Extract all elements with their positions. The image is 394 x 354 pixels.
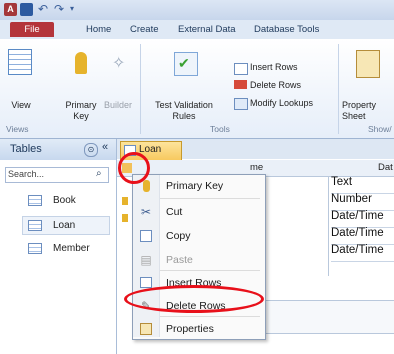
menu-separator bbox=[160, 198, 260, 199]
menu-separator bbox=[160, 316, 260, 317]
collapse-icon[interactable]: « bbox=[102, 141, 108, 153]
test-validation-button-label[interactable]: Test Validation Rules bbox=[145, 100, 223, 122]
delete-rows-icon[interactable] bbox=[234, 80, 247, 89]
qat-dropdown-icon[interactable]: ▾ bbox=[70, 4, 74, 13]
data-type-cell[interactable]: Date/Time bbox=[331, 244, 394, 262]
builder-button-label: Builder bbox=[104, 100, 133, 110]
nav-item-loan[interactable]: Loan bbox=[53, 220, 75, 231]
modify-lookups-button[interactable]: Modify Lookups bbox=[250, 98, 313, 109]
ribbon-separator bbox=[338, 44, 339, 134]
ribbon-separator bbox=[140, 44, 141, 134]
data-type-cell[interactable]: Number bbox=[331, 193, 394, 211]
tab-home[interactable]: Home bbox=[86, 22, 111, 37]
table-icon bbox=[28, 243, 42, 254]
table-icon bbox=[28, 195, 42, 206]
annotation-circle-selector bbox=[118, 152, 150, 184]
builder-wand-icon: ✧ bbox=[112, 55, 126, 72]
row-key-icon bbox=[122, 197, 128, 205]
menu-item-cut[interactable]: Cut bbox=[166, 206, 182, 218]
group-label-tools: Tools bbox=[210, 124, 230, 134]
view-button-label[interactable]: View bbox=[8, 100, 34, 111]
primary-key-button-label[interactable]: Primary Key bbox=[62, 100, 100, 122]
tab-create[interactable]: Create bbox=[130, 22, 159, 37]
insert-rows-icon[interactable] bbox=[234, 63, 248, 75]
search-icon[interactable]: ⌕ bbox=[96, 168, 102, 179]
table-icon bbox=[28, 220, 42, 231]
undo-icon[interactable]: ↶ bbox=[38, 3, 51, 16]
data-type-cell[interactable]: Text bbox=[331, 176, 394, 194]
annotation-circle-delete-rows bbox=[124, 285, 264, 313]
redo-icon[interactable]: ↷ bbox=[54, 3, 67, 16]
group-label-show: Show/ bbox=[368, 124, 392, 134]
view-icon[interactable] bbox=[8, 49, 32, 75]
field-name-column-header: me bbox=[250, 162, 264, 173]
tab-external-data[interactable]: External Data bbox=[178, 22, 236, 37]
menu-separator bbox=[160, 270, 260, 271]
property-sheet-icon[interactable] bbox=[356, 50, 380, 78]
insert-rows-button[interactable]: Insert Rows bbox=[250, 62, 298, 73]
data-type-cell[interactable]: Date/Time bbox=[331, 210, 394, 228]
nav-menu-icon[interactable]: ⊙ bbox=[84, 143, 98, 157]
copy-icon bbox=[140, 230, 152, 242]
insert-rows-icon bbox=[140, 277, 152, 288]
clipboard-icon: ▤ bbox=[140, 253, 152, 267]
nav-item-book[interactable]: Book bbox=[53, 195, 76, 206]
primary-key-icon bbox=[143, 180, 150, 192]
menu-item-copy[interactable]: Copy bbox=[166, 230, 191, 242]
checkmark-icon: ✔ bbox=[178, 55, 190, 71]
properties-icon bbox=[140, 323, 152, 335]
tab-file[interactable]: File bbox=[10, 22, 54, 37]
row-key-icon bbox=[122, 214, 128, 222]
nav-item-member[interactable]: Member bbox=[53, 243, 90, 254]
data-type-cell[interactable]: Date/Time bbox=[331, 227, 394, 245]
search-placeholder[interactable]: Search... bbox=[8, 169, 44, 179]
primary-key-icon[interactable] bbox=[75, 52, 87, 74]
save-icon[interactable] bbox=[20, 3, 33, 16]
tab-database-tools[interactable]: Database Tools bbox=[254, 22, 319, 37]
menu-item-paste: Paste bbox=[166, 254, 193, 266]
navigation-pane-title[interactable]: Tables bbox=[10, 143, 42, 155]
menu-item-primary-key[interactable]: Primary Key bbox=[166, 180, 223, 192]
delete-rows-button[interactable]: Delete Rows bbox=[250, 80, 301, 91]
modify-lookups-icon[interactable] bbox=[234, 98, 248, 110]
data-type-column-header: Dat bbox=[378, 162, 393, 173]
group-label-views: Views bbox=[6, 124, 29, 134]
property-sheet-button-label[interactable]: Property Sheet bbox=[342, 100, 394, 122]
access-app-icon[interactable]: A bbox=[4, 3, 17, 16]
scissors-icon: ✂ bbox=[140, 205, 152, 219]
menu-item-properties[interactable]: Properties bbox=[166, 323, 214, 335]
